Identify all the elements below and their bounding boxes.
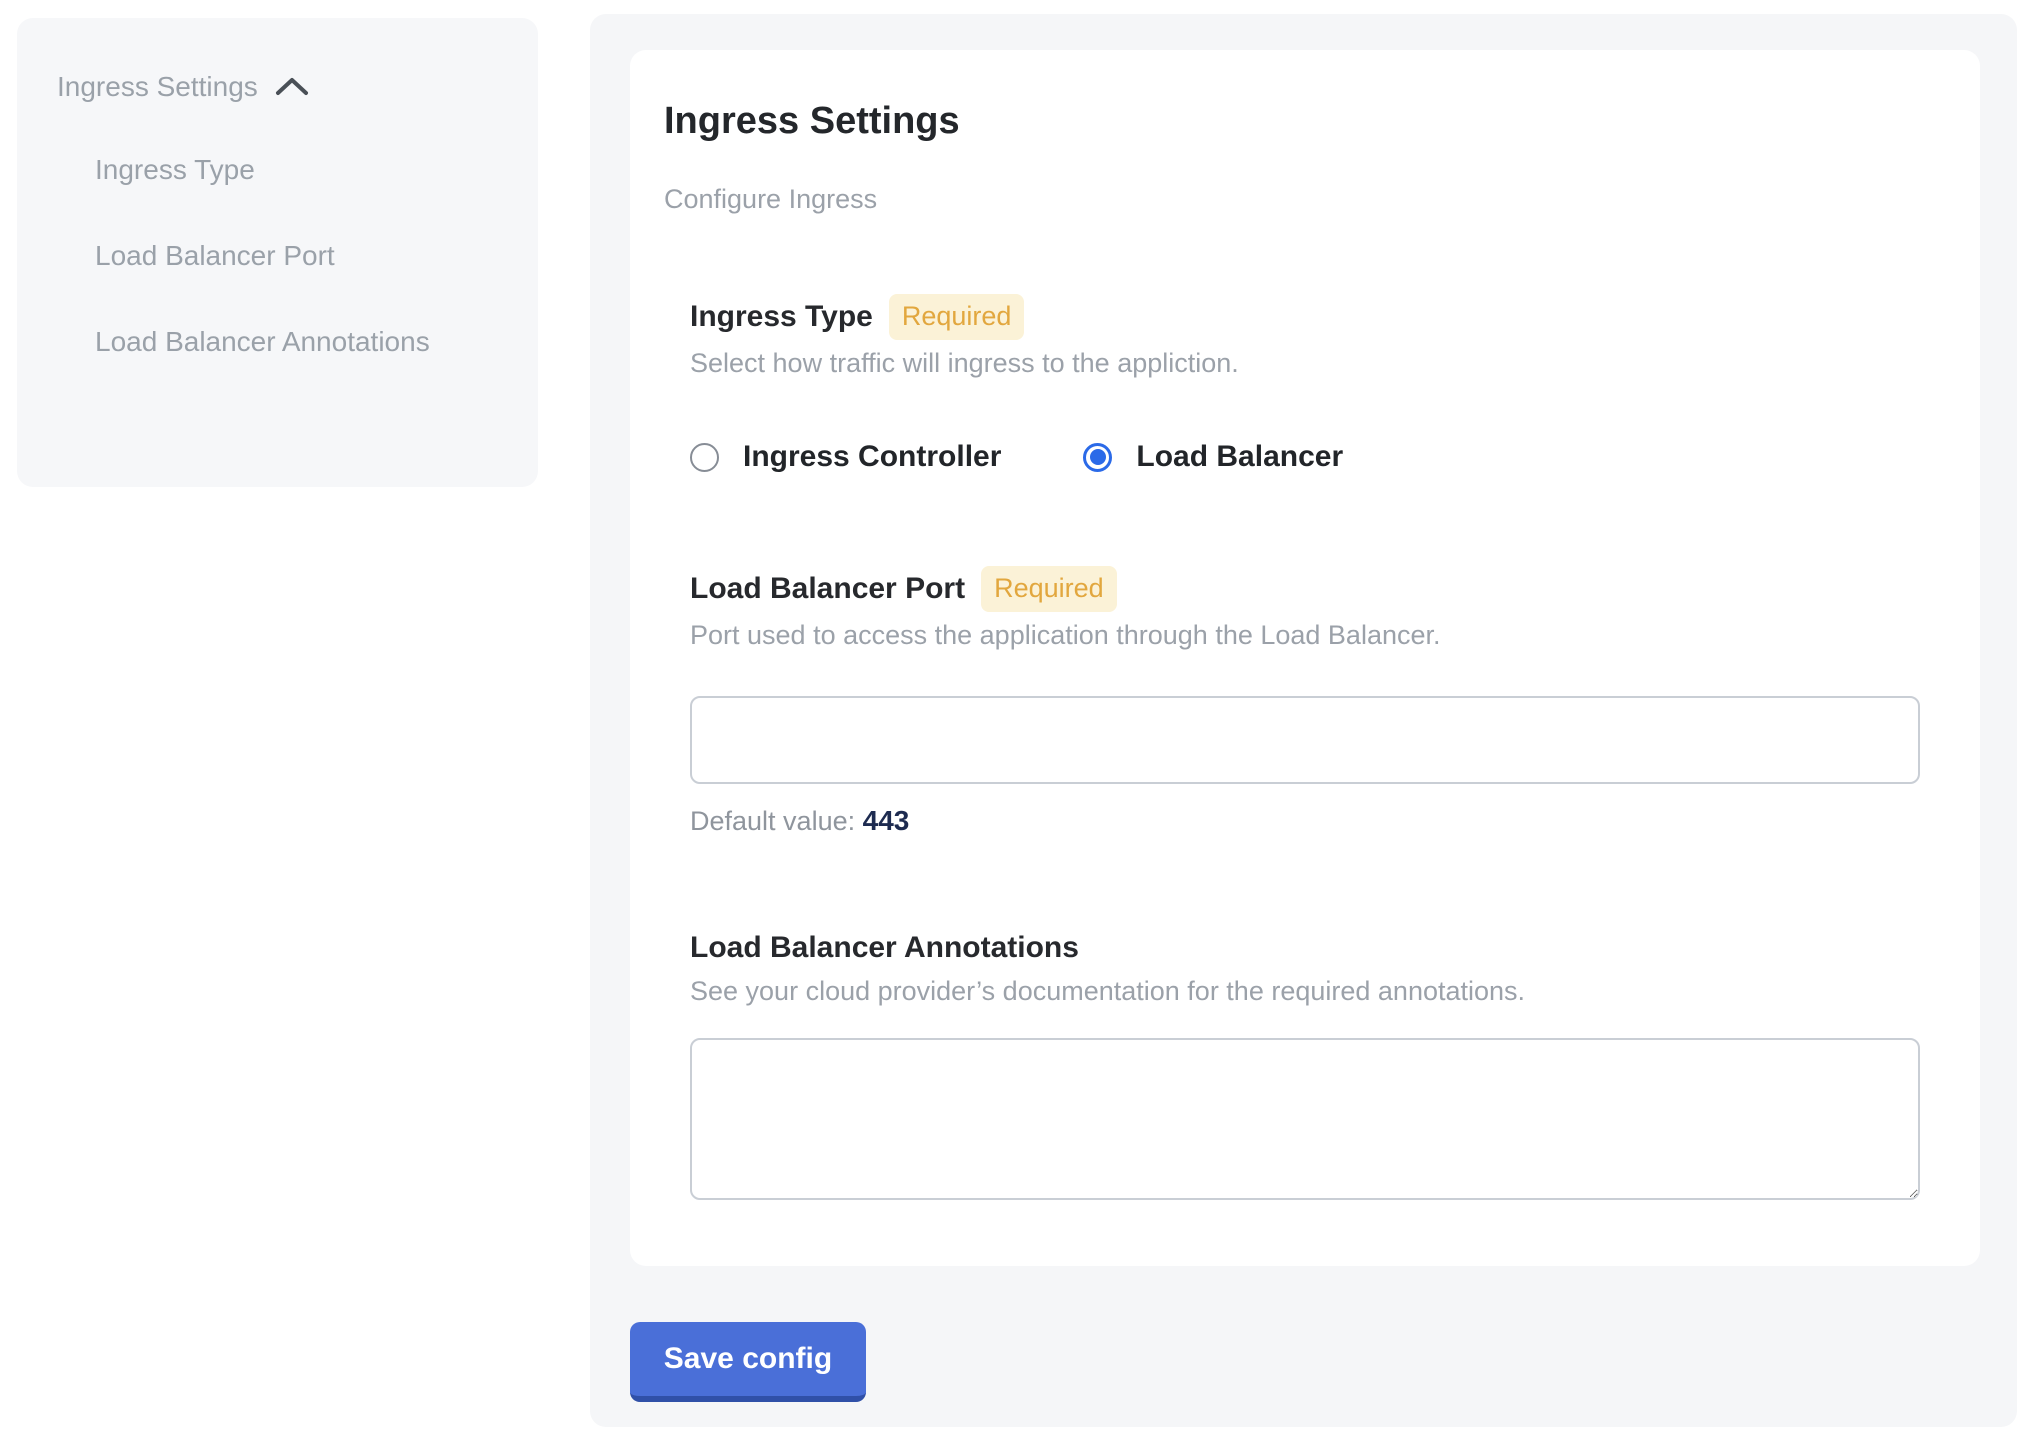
radio-unselected-icon xyxy=(690,443,719,472)
sidebar-section-ingress-settings[interactable]: Ingress Settings xyxy=(57,58,498,116)
sidebar-nav: Ingress Type Load Balancer Port Load Bal… xyxy=(57,141,437,371)
load-balancer-annotations-description: See your cloud provider’s documentation … xyxy=(690,974,1920,1008)
sidebar-item-load-balancer-annotations[interactable]: Load Balancer Annotations xyxy=(95,313,437,371)
default-value-label: Default value: xyxy=(690,806,855,836)
load-balancer-port-label: Load Balancer Port xyxy=(690,569,965,609)
field-ingress-type: Ingress Type Required Select how traffic… xyxy=(690,294,1920,474)
ingress-type-description: Select how traffic will ingress to the a… xyxy=(690,346,1920,380)
settings-panel: Ingress Settings Configure Ingress Ingre… xyxy=(590,14,2017,1427)
chevron-up-icon xyxy=(274,75,310,99)
load-balancer-port-description: Port used to access the application thro… xyxy=(690,618,1920,652)
radio-option-ingress-controller[interactable]: Ingress Controller xyxy=(690,440,1001,474)
radio-label-ingress-controller: Ingress Controller xyxy=(743,440,1001,474)
radio-option-load-balancer[interactable]: Load Balancer xyxy=(1083,440,1343,474)
required-badge: Required xyxy=(981,566,1117,612)
settings-nav-sidebar: Ingress Settings Ingress Type Load Balan… xyxy=(17,18,538,487)
sidebar-item-ingress-type[interactable]: Ingress Type xyxy=(95,141,437,199)
ingress-type-radio-group: Ingress Controller Load Balancer xyxy=(690,440,1920,474)
default-value-line: Default value: 443 xyxy=(690,804,1920,838)
ingress-settings-card: Ingress Settings Configure Ingress Ingre… xyxy=(630,50,1980,1266)
field-load-balancer-port: Load Balancer Port Required Port used to… xyxy=(690,566,1920,838)
sidebar-item-load-balancer-port[interactable]: Load Balancer Port xyxy=(95,227,437,285)
load-balancer-annotations-label: Load Balancer Annotations xyxy=(690,928,1079,968)
field-load-balancer-annotations: Load Balancer Annotations See your cloud… xyxy=(690,928,1920,1200)
default-value: 443 xyxy=(863,805,910,836)
required-badge: Required xyxy=(889,294,1025,340)
page-title: Ingress Settings xyxy=(664,98,1920,144)
load-balancer-port-input[interactable] xyxy=(690,696,1920,784)
sidebar-section-label: Ingress Settings xyxy=(57,58,258,116)
ingress-type-label: Ingress Type xyxy=(690,297,873,337)
radio-label-load-balancer: Load Balancer xyxy=(1136,440,1343,474)
load-balancer-annotations-textarea[interactable] xyxy=(690,1038,1920,1200)
save-config-button[interactable]: Save config xyxy=(630,1322,866,1402)
page-subtitle: Configure Ingress xyxy=(664,182,1920,216)
radio-selected-icon xyxy=(1083,443,1112,472)
